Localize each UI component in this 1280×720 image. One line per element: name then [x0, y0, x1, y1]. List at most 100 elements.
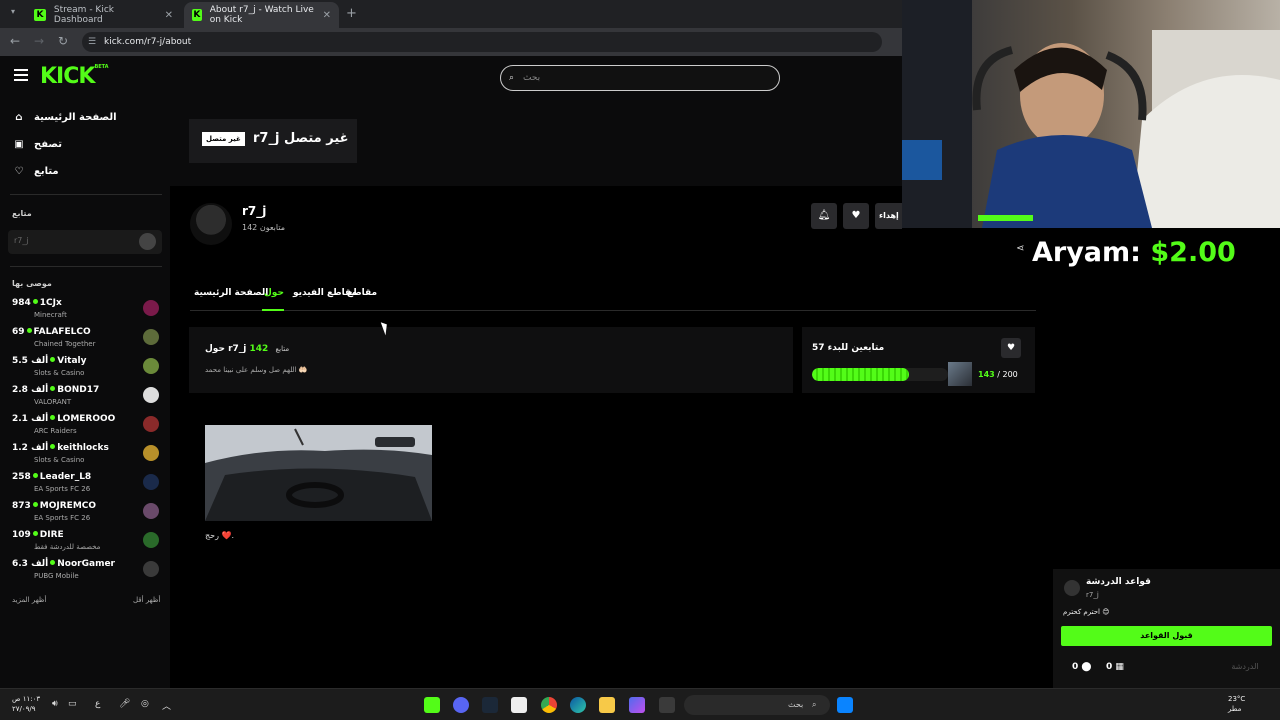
browser-tab-about[interactable]: K About r7_j - Watch Live on Kick ✕ [184, 2, 339, 28]
heart-icon: ♡ [14, 166, 24, 177]
follower-goal-card: متابعين للبدء 57 ♥ 143 / 200 [802, 327, 1035, 393]
offline-title: r7_j غير متصل [253, 131, 349, 146]
recommended-channel[interactable]: 2.1 ألف LOMEROOO ARC Raiders [12, 413, 162, 441]
live-dot-icon [26, 328, 32, 333]
channel-category: Chained Together [34, 340, 96, 348]
tab-clips[interactable]: مقاطع [347, 288, 377, 298]
kick-logo[interactable]: KICKBETA [40, 64, 109, 89]
recommended-channel[interactable]: 873 MOJREMCO EA Sports FC 26 [12, 500, 162, 528]
streamer-webcam-image [902, 0, 1280, 228]
hamburger-menu-icon[interactable] [14, 69, 28, 81]
close-tab-icon[interactable]: ✕ [323, 10, 331, 21]
reload-icon[interactable]: ↻ [58, 34, 68, 48]
car-interior-image [205, 425, 432, 521]
goal-progress-fill [812, 368, 910, 381]
channel-avatar[interactable] [190, 203, 232, 245]
forward-arrow-icon[interactable]: → [34, 34, 44, 48]
live-dot-icon [32, 531, 38, 536]
browser-tab-dashboard[interactable]: K Stream - Kick Dashboard ✕ [26, 2, 181, 28]
sidebar-item-following[interactable]: ♡ متابع [12, 166, 59, 177]
chat-store[interactable]: 0 ▦ [1106, 662, 1124, 672]
channel-category: Minecraft [34, 311, 67, 319]
taskbar-clock[interactable]: ١١:٠٣ ص ٢٧/٠٩/٩ [12, 694, 40, 714]
recommended-channel[interactable]: 69 FALAFELCO Chained Together [12, 326, 162, 354]
channel-category: PUBG Mobile [34, 572, 79, 580]
channel-category: Slots & Casino [34, 456, 85, 464]
clock-date: ٢٧/٠٩/٩ [12, 705, 36, 713]
recommended-channel[interactable]: 6.3 ألف NoorGamer PUBG Mobile [12, 558, 162, 586]
sidebar-item-browse[interactable]: ▣ تصفح [12, 139, 62, 150]
weather-widget[interactable]: 23°C مطر [1228, 694, 1245, 714]
site-info-icon[interactable]: ☰ [88, 32, 96, 52]
edge-icon[interactable] [570, 697, 586, 713]
goal-title: متابعين للبدء 57 [812, 343, 885, 353]
taskbar: ١١:٠٣ ص ٢٧/٠٩/٩ 🔊︎ ▭ ع 🎤︎ ◎ ︿ بحث ⌕ 23°C… [0, 688, 1280, 720]
channel-name: FALAFELCO [33, 327, 91, 337]
network-icon[interactable]: ◎ [141, 699, 149, 709]
calculator-icon[interactable] [511, 697, 527, 713]
recommended-channel[interactable]: 5.5 ألف Vitaly Slots & Casino [12, 355, 162, 383]
channel-entry: 873 MOJREMCO [12, 501, 96, 511]
close-tab-icon[interactable]: ✕ [165, 10, 173, 21]
sidebar-item-home[interactable]: ⌂ الصفحة الرئيسية [12, 112, 116, 123]
followed-channel-row[interactable]: r7_j [8, 230, 162, 254]
offline-badge: غير متصل [202, 132, 245, 146]
window-icon[interactable] [659, 697, 675, 713]
steam-icon[interactable] [482, 697, 498, 713]
file-explorer-icon[interactable] [599, 697, 615, 713]
recommended-channel[interactable]: 984 1CJx Minecraft [12, 297, 162, 325]
channel-category: Slots & Casino [34, 369, 85, 377]
microphone-icon[interactable]: 🎤︎ [119, 699, 130, 709]
show-less-link[interactable]: أظهر أقل [133, 596, 160, 604]
accept-rules-button[interactable]: قبول القواعد [1061, 626, 1272, 646]
goal-heart-button[interactable]: ♥ [1001, 338, 1021, 358]
about-bio: اللهم صل وسلم على نبينا محمد 🤲🏻 [205, 366, 308, 374]
channel-entry: 5.5 ألف Vitaly [12, 356, 87, 366]
store-count: 0 [1106, 662, 1113, 672]
recommended-channel[interactable]: 258 Leader_L8 EA Sports FC 26 [12, 471, 162, 499]
sidebar-item-label: تصفح [34, 139, 63, 150]
recommended-channel[interactable]: 2.8 ألف BOND17 VALORANT [12, 384, 162, 412]
search-icon: ⌕ [812, 700, 817, 709]
tab-list-chevron-icon[interactable]: ▾ [6, 7, 20, 21]
address-bar[interactable]: ☰ kick.com/r7-j/about [82, 32, 882, 52]
avatar [143, 387, 159, 403]
display-icon[interactable]: ▭ [68, 699, 77, 709]
live-dot-icon [32, 502, 38, 507]
kick-app-icon[interactable] [424, 697, 440, 713]
avatar [143, 329, 159, 345]
gift-sub-button[interactable]: إهداء [875, 203, 902, 229]
discord-icon[interactable] [453, 697, 469, 713]
speaker-icon[interactable]: 🔊︎ [52, 699, 58, 709]
tab-about[interactable]: حول [264, 288, 284, 298]
chrome-icon[interactable] [541, 697, 557, 713]
search-input[interactable]: ⌕ بحث [500, 65, 780, 91]
share-icon: ⋖ [1016, 243, 1025, 254]
channel-name: r7_j [242, 204, 267, 218]
donation-text: Aryam: $2.00 [1032, 237, 1236, 268]
clock-time: ١١:٠٣ ص [12, 695, 41, 703]
language-indicator[interactable]: ع [95, 699, 100, 709]
viewer-count: 6.3 ألف [12, 559, 49, 569]
live-dot-icon [50, 386, 56, 391]
about-heading: حول r7_j [205, 344, 247, 354]
tab-home[interactable]: الصفحة الرئيسية [194, 288, 268, 298]
show-more-link[interactable]: أظهر المزيد [12, 596, 46, 604]
recommended-channel[interactable]: 109 DIRE مخصصة للدردشة فقط [12, 529, 162, 557]
windows-start-icon[interactable] [837, 697, 853, 713]
chat-points[interactable]: 0 ⬤ [1072, 662, 1091, 672]
notification-bell-button[interactable]: 🔔︎ [811, 203, 837, 229]
tray-chevron-icon[interactable]: ︿ [162, 699, 171, 712]
recommended-channel[interactable]: 1.2 ألف keithlocks Slots & Casino [12, 442, 162, 470]
avatar [143, 445, 159, 461]
copilot-icon[interactable] [629, 697, 645, 713]
chat-send-button[interactable]: الدردشة [1223, 660, 1267, 674]
live-dot-icon [50, 415, 56, 420]
viewer-count: 873 [12, 501, 31, 511]
new-tab-plus-icon[interactable]: + [346, 6, 357, 21]
back-arrow-icon[interactable]: ← [10, 34, 20, 48]
taskbar-search[interactable]: بحث ⌕ [684, 695, 830, 715]
follow-button[interactable]: ♥ [843, 203, 869, 229]
about-panel-image[interactable] [205, 425, 432, 521]
viewer-count: 2.1 ألف [12, 414, 49, 424]
